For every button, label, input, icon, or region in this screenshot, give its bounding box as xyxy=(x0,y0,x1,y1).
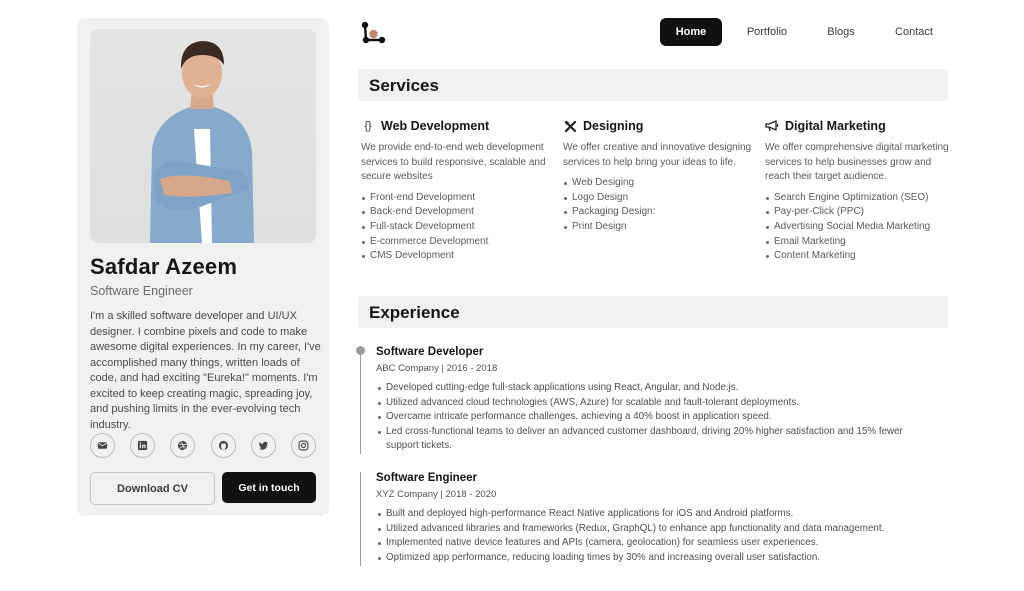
service-title: Designing xyxy=(583,119,644,133)
service-designing: Designing We offer creative and innovati… xyxy=(563,117,753,235)
profile-photo-illustration xyxy=(150,41,254,243)
service-list: Search Engine Optimization (SEO) Pay-per… xyxy=(765,191,950,264)
service-list-item: Pay-per-Click (PPC) xyxy=(765,205,950,220)
service-digital-marketing: Digital Marketing We offer comprehensive… xyxy=(765,117,950,264)
mail-icon xyxy=(97,442,108,449)
dribbble-icon xyxy=(178,440,188,451)
service-list: Front-end Development Back-end Developme… xyxy=(361,191,551,264)
job-achievement: Led cross-functional teams to deliver an… xyxy=(376,425,936,454)
twitter-icon xyxy=(258,441,268,450)
service-list-item: Web Desiging xyxy=(563,176,753,191)
job-achievement: Utilized advanced libraries and framewor… xyxy=(376,522,936,537)
nav-home[interactable]: Home xyxy=(660,18,722,46)
nav-portfolio[interactable]: Portfolio xyxy=(746,18,788,46)
social-linkedin-button[interactable] xyxy=(130,433,156,458)
services-section-header: Services xyxy=(358,69,948,101)
service-description: We offer comprehensive digital marketing… xyxy=(765,142,949,183)
social-links xyxy=(90,433,316,458)
logo-icon[interactable] xyxy=(361,21,387,45)
nav-blogs[interactable]: Blogs xyxy=(826,18,856,46)
job-achievement: Optimized app performance, reducing load… xyxy=(376,551,936,566)
profile-bio: I'm a skilled software developer and UI/… xyxy=(90,310,321,431)
service-list-item: Advertising Social Media Marketing xyxy=(765,220,950,235)
timeline-line xyxy=(360,350,361,454)
service-title: Web Development xyxy=(381,119,490,133)
service-description: We offer creative and innovative designi… xyxy=(563,142,752,168)
job-title: Software Developer xyxy=(376,346,484,358)
experience-heading: Experience xyxy=(369,303,460,322)
service-list-item: Full-stack Development xyxy=(361,220,551,235)
experience-item: Software Engineer XYZ Company | 2018 - 2… xyxy=(376,472,936,565)
job-achievement: Implemented native device features and A… xyxy=(376,536,936,551)
get-in-touch-button[interactable]: Get in touch xyxy=(222,472,316,503)
job-achievement: Built and deployed high-performance Reac… xyxy=(376,507,936,522)
experience-item: Software Developer ABC Company | 2016 - … xyxy=(376,346,936,454)
job-achievement: Overcame intricate performance challenge… xyxy=(376,410,936,425)
linkedin-icon xyxy=(138,440,148,451)
job-company-dates: XYZ Company | 2018 - 2020 xyxy=(376,489,497,500)
timeline-line xyxy=(360,472,361,566)
service-list-item: E-commerce Development xyxy=(361,235,551,250)
profile-photo xyxy=(90,29,316,243)
service-list-item: Logo Design xyxy=(563,191,753,206)
service-list-item: Back-end Development xyxy=(361,205,551,220)
job-company-dates: ABC Company | 2016 - 2018 xyxy=(376,363,498,374)
service-list-item: Search Engine Optimization (SEO) xyxy=(765,191,950,206)
nav-contact[interactable]: Contact xyxy=(894,18,934,46)
service-list-item: Print Design xyxy=(563,220,753,235)
job-title: Software Engineer xyxy=(376,472,477,484)
social-mail-button[interactable] xyxy=(90,433,115,458)
service-list-item: Email Marketing xyxy=(765,235,950,250)
main-nav: Home Portfolio Blogs Contact xyxy=(660,18,934,46)
services-heading: Services xyxy=(369,76,439,95)
social-instagram-button[interactable] xyxy=(290,433,316,458)
megaphone-icon xyxy=(765,119,779,133)
instagram-icon xyxy=(298,440,309,451)
experience-section-header: Experience xyxy=(358,296,948,328)
service-title: Digital Marketing xyxy=(785,119,886,133)
service-list-item: Content Marketing xyxy=(765,249,950,264)
github-icon xyxy=(218,440,228,451)
social-twitter-button[interactable] xyxy=(250,433,276,458)
service-web-development: {} Web Development We provide end-to-end… xyxy=(361,117,551,264)
social-dribbble-button[interactable] xyxy=(170,433,196,458)
service-list: Web Desiging Logo Design Packaging Desig… xyxy=(563,176,753,234)
social-github-button[interactable] xyxy=(210,433,236,458)
profile-name: Safdar Azeem xyxy=(90,254,238,279)
download-cv-button[interactable]: Download CV xyxy=(90,472,215,505)
code-braces-icon: {} xyxy=(364,120,372,132)
service-description: We provide end-to-end web development se… xyxy=(361,142,546,183)
service-list-item: Front-end Development xyxy=(361,191,551,206)
design-tools-icon xyxy=(563,119,577,133)
job-achievement: Utilized advanced cloud technologies (AW… xyxy=(376,396,936,411)
profile-card: Safdar Azeem Software Engineer I'm a ski… xyxy=(77,18,329,516)
job-achievements: Built and deployed high-performance Reac… xyxy=(376,507,936,565)
job-achievements: Developed cutting-edge full-stack applic… xyxy=(376,381,936,454)
service-list-item: CMS Development xyxy=(361,249,551,264)
job-achievement: Developed cutting-edge full-stack applic… xyxy=(376,381,936,396)
profile-role: Software Engineer xyxy=(90,284,193,298)
service-list-item: Packaging Design: xyxy=(563,205,753,220)
